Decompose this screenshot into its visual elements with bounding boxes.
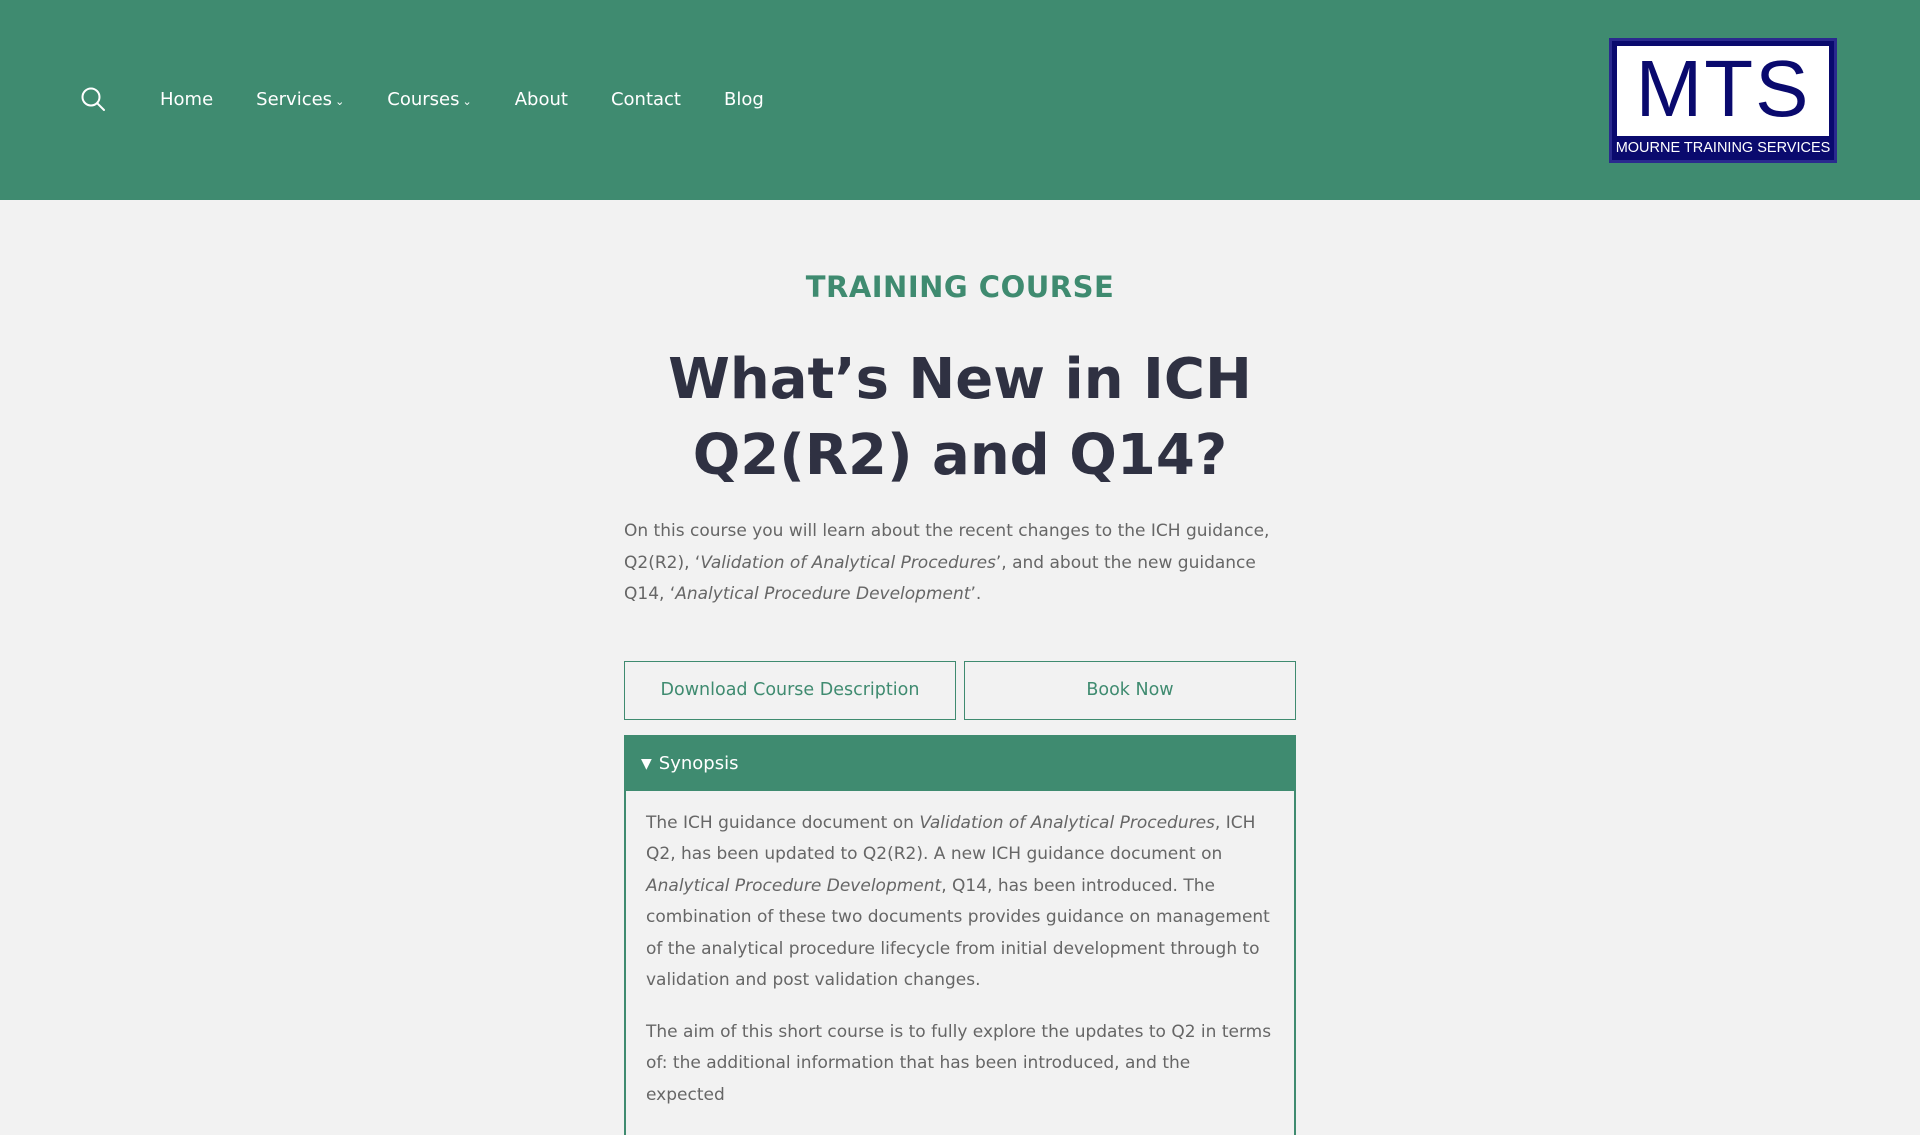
action-buttons: Download Course Description Book Now	[624, 660, 1296, 720]
page-title: What’s New in ICH Q2(R2) and Q14?	[668, 347, 1252, 488]
logo-panel: MTS	[1617, 44, 1829, 136]
main-content: TRAINING COURSE What’s New in ICH Q2(R2)…	[624, 270, 1296, 1135]
synopsis-em: Validation of Analytical Procedures	[919, 812, 1215, 833]
logo-subtitle: MOURNE TRAINING SERVICES	[1615, 140, 1831, 156]
triangle-down-icon: ▼	[641, 755, 652, 772]
chevron-down-icon: ⌄	[335, 94, 345, 108]
nav-item-about[interactable]: About	[515, 89, 568, 110]
synopsis-accordion: ▼ Synopsis The ICH guidance document on …	[624, 734, 1296, 1135]
nav-item-services[interactable]: Services ⌄	[256, 89, 344, 110]
nav-item-home[interactable]: Home	[160, 89, 213, 110]
nav-label: About	[514, 88, 568, 110]
nav-label: Blog	[723, 88, 764, 110]
synopsis-em: Analytical Procedure Development	[646, 875, 942, 896]
synopsis-paragraph: The ICH guidance document on Validation …	[646, 808, 1274, 997]
site-logo[interactable]: MTS MOURNE TRAINING SERVICES	[1609, 38, 1837, 163]
download-course-description-button[interactable]: Download Course Description	[624, 660, 956, 720]
synopsis-paragraph: The aim of this short course is to fully…	[646, 1021, 1272, 1105]
site-header: Home Services ⌄ Courses ⌄ About Contact Bl…	[0, 0, 1920, 200]
nav-label: Courses	[387, 88, 460, 110]
nav-item-courses[interactable]: Courses ⌄	[387, 89, 471, 110]
chevron-down-icon: ⌄	[462, 94, 472, 108]
intro-em: Analytical Procedure Development	[675, 584, 971, 604]
nav-label: Services	[256, 88, 333, 110]
intro-em: Validation of Analytical Procedures	[700, 552, 996, 573]
search-icon[interactable]	[80, 86, 106, 112]
main-nav: Home Services ⌄ Courses ⌄ About Contact Bl…	[160, 86, 807, 112]
nav-item-blog[interactable]: Blog	[724, 89, 764, 110]
nav-label: Home	[160, 88, 214, 110]
course-intro: On this course you will learn about the …	[624, 516, 1296, 611]
nav-label: Contact	[610, 88, 681, 110]
nav-item-contact[interactable]: Contact	[611, 89, 681, 110]
logo-text: MTS	[1635, 44, 1811, 133]
book-now-button[interactable]: Book Now	[964, 660, 1296, 720]
synopsis-body: The ICH guidance document on Validation …	[626, 791, 1294, 1112]
synopsis-text: The ICH guidance document on	[646, 812, 920, 833]
synopsis-toggle[interactable]: ▼ Synopsis	[626, 736, 1294, 791]
intro-text: ’.	[970, 584, 982, 604]
synopsis-label: Synopsis	[658, 753, 739, 774]
section-eyebrow: TRAINING COURSE	[805, 270, 1115, 304]
